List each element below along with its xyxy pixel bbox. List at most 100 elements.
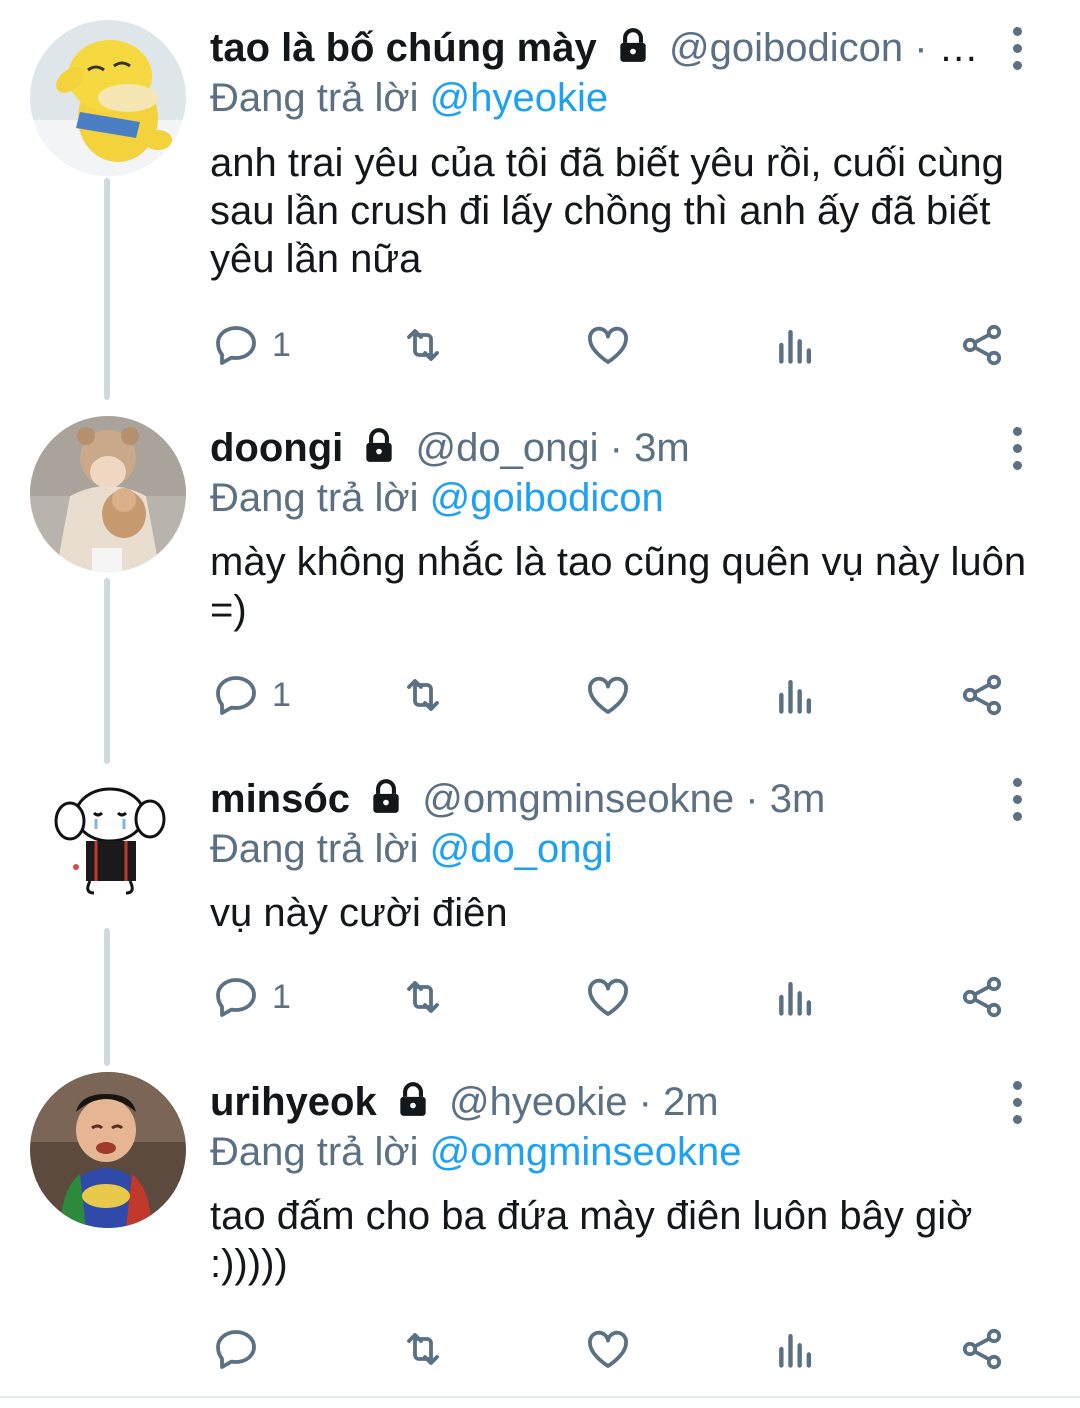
tweet-actions: 1 <box>0 967 1080 1027</box>
analytics-button[interactable] <box>774 315 818 375</box>
analytics-icon <box>779 679 812 714</box>
retweet-icon <box>407 981 439 1013</box>
tweet-actions: 1 <box>0 315 1080 375</box>
share-button[interactable] <box>958 967 1006 1027</box>
mention-link[interactable]: @goibodicon <box>430 476 664 520</box>
tweet-actions: 1 <box>0 665 1080 725</box>
bear-hat-avatar[interactable] <box>30 416 186 572</box>
retweet-icon <box>407 1333 439 1365</box>
reply-icon <box>216 326 256 365</box>
analytics-icon <box>779 329 812 364</box>
separator-dot: · <box>609 426 623 470</box>
like-button[interactable] <box>584 967 632 1027</box>
share-button[interactable] <box>958 315 1006 375</box>
more-icon[interactable] <box>1000 1074 1034 1130</box>
retweet-button[interactable] <box>398 315 448 375</box>
replying-to: Đang trả lời @goibodicon <box>210 470 664 526</box>
timestamp[interactable]: 2m <box>663 1080 719 1124</box>
tweet-header: tao là bố chúng mày @goibodicon · 4... <box>210 20 980 76</box>
analytics-icon <box>779 981 812 1016</box>
display-name[interactable]: tao là bố chúng mày <box>210 26 597 70</box>
lock-icon <box>373 779 399 813</box>
retweet-icon <box>407 679 439 711</box>
replying-to: Đang trả lời @do_ongi <box>210 821 613 877</box>
psyduck-avatar[interactable] <box>30 20 186 176</box>
share-button[interactable] <box>958 665 1006 725</box>
display-name[interactable]: minsóc <box>210 777 350 821</box>
reply-button[interactable] <box>212 1319 272 1379</box>
share-icon <box>962 674 1002 716</box>
tweet-actions <box>0 1319 1080 1379</box>
share-button[interactable] <box>958 1319 1006 1379</box>
more-icon[interactable] <box>1000 20 1034 76</box>
analytics-button[interactable] <box>774 1319 818 1379</box>
replying-to: Đang trả lời @omgminseokne <box>210 1124 742 1180</box>
reply-count: 1 <box>272 675 291 714</box>
tweet-header: urihyeok @hyeokie · 2m <box>210 1074 980 1130</box>
user-handle[interactable]: @do_ongi <box>416 426 599 470</box>
replying-to: Đang trả lời @hyeokie <box>210 70 608 126</box>
reply-button[interactable]: 1 <box>212 315 291 375</box>
user-handle[interactable]: @goibodicon <box>669 26 903 70</box>
reply-button[interactable]: 1 <box>212 665 291 725</box>
puppy-doodle-avatar[interactable] <box>30 767 186 923</box>
retweet-button[interactable] <box>398 1319 448 1379</box>
separator-dot: · <box>914 26 928 70</box>
reply-icon <box>216 676 256 715</box>
tweet[interactable]: minsóc @omgminseokne · 3m Đang trả lời @… <box>0 767 1080 1051</box>
share-icon <box>962 976 1002 1018</box>
reply-count: 1 <box>272 325 291 364</box>
tweet-text: tao đấm cho ba đứa mày điên luôn bây giờ… <box>210 1194 973 1286</box>
reply-count: 1 <box>272 977 291 1016</box>
share-icon <box>962 324 1002 366</box>
more-icon[interactable] <box>1000 771 1034 827</box>
like-icon <box>588 1330 628 1368</box>
user-handle[interactable]: @hyeokie <box>449 1080 627 1124</box>
lock-icon <box>620 28 646 62</box>
divider <box>0 1396 1080 1398</box>
like-button[interactable] <box>584 1319 632 1379</box>
display-name[interactable]: urihyeok <box>210 1080 377 1124</box>
analytics-icon <box>779 1333 812 1368</box>
replying-prefix: Đang trả lời <box>210 476 419 520</box>
reply-icon <box>216 1330 256 1369</box>
like-button[interactable] <box>584 315 632 375</box>
retweet-button[interactable] <box>398 665 448 725</box>
lock-icon <box>400 1082 426 1116</box>
tweet-text: anh trai yêu của tôi đã biết yêu rồi, cu… <box>210 141 1004 281</box>
mention-link[interactable]: @hyeokie <box>430 76 608 120</box>
reply-button[interactable]: 1 <box>212 967 291 1027</box>
replying-prefix: Đang trả lời <box>210 1130 419 1174</box>
reply-icon <box>216 978 256 1017</box>
separator-dot: · <box>745 777 759 821</box>
mention-link[interactable]: @do_ongi <box>430 827 613 871</box>
tweet[interactable]: doongi @do_ongi · 3m Đang trả lời @goibo… <box>0 416 1080 740</box>
crying-kid-avatar[interactable] <box>30 1072 186 1228</box>
like-icon <box>588 676 628 714</box>
user-handle[interactable]: @omgminseokne <box>422 777 734 821</box>
tweet-text: mày không nhắc là tao cũng quên vụ này l… <box>210 540 1027 632</box>
like-icon <box>588 326 628 364</box>
replying-prefix: Đang trả lời <box>210 827 419 871</box>
timestamp[interactable]: 4... <box>939 26 980 70</box>
tweet[interactable]: tao là bố chúng mày @goibodicon · 4... Đ… <box>0 20 1080 380</box>
separator-dot: · <box>638 1080 652 1124</box>
timestamp[interactable]: 3m <box>634 426 690 470</box>
retweet-button[interactable] <box>398 967 448 1027</box>
timestamp[interactable]: 3m <box>770 777 826 821</box>
lock-icon <box>366 428 393 462</box>
mention-link[interactable]: @omgminseokne <box>430 1130 742 1174</box>
display-name[interactable]: doongi <box>210 426 343 470</box>
analytics-button[interactable] <box>774 665 818 725</box>
retweet-icon <box>407 329 439 361</box>
tweet-header: doongi @do_ongi · 3m <box>210 420 980 476</box>
like-button[interactable] <box>584 665 632 725</box>
analytics-button[interactable] <box>774 967 818 1027</box>
more-icon[interactable] <box>1000 420 1034 476</box>
tweet-text: vụ này cười điên <box>210 891 508 935</box>
tweet-header: minsóc @omgminseokne · 3m <box>210 771 980 827</box>
tweet[interactable]: urihyeok @hyeokie · 2m Đang trả lời @omg… <box>0 1072 1080 1394</box>
replying-prefix: Đang trả lời <box>210 76 419 120</box>
share-icon <box>962 1328 1002 1370</box>
like-icon <box>588 978 628 1016</box>
